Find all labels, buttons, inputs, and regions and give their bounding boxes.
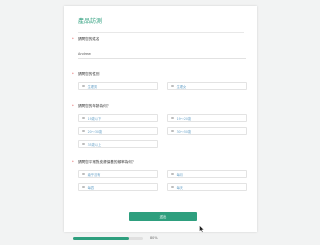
question-skincare-label: 請問您平常對皮膚保養的頻率為何？ (77, 160, 136, 164)
radio-icon (171, 172, 174, 176)
radio-icon (82, 116, 85, 120)
radio-icon (82, 185, 85, 189)
option-label: 35歲以上 (87, 142, 102, 147)
option-age-19-20[interactable]: 19～20歲 (167, 114, 247, 122)
option-freq-never[interactable]: 幾乎沒有 (78, 170, 158, 178)
radio-icon (171, 185, 174, 189)
radio-icon (171, 129, 174, 133)
radio-icon (171, 84, 174, 88)
progress-bar (73, 237, 143, 240)
option-label: 每天 (176, 185, 183, 190)
question-skincare: * 請問您平常對皮膚保養的頻率為何？ (72, 160, 135, 165)
question-age-label: 請問您的年齡為何？ (77, 104, 111, 108)
option-label: 每週 (87, 185, 94, 190)
option-label: 19～20歲 (176, 116, 192, 121)
question-name-label: 請問您的姓名 (77, 37, 100, 41)
option-label: 幾乎沒有 (87, 172, 101, 177)
option-age-30-50[interactable]: 30～50歲 (167, 127, 247, 135)
option-label: 20～30歲 (87, 129, 103, 134)
radio-icon (82, 142, 85, 146)
option-male[interactable]: 生理男 (78, 82, 158, 90)
option-label: 生理女 (176, 84, 187, 89)
option-age-under-19[interactable]: 19歲以下 (78, 114, 158, 122)
question-gender: * 請問您的性別 (72, 72, 100, 77)
title-divider (78, 32, 244, 33)
progress-label: 80% (150, 236, 158, 240)
radio-icon (82, 172, 85, 176)
required-marker: * (72, 72, 74, 76)
required-marker: * (72, 104, 74, 108)
required-marker: * (72, 160, 74, 164)
option-age-20-30[interactable]: 20～30歲 (78, 127, 158, 135)
option-label: 30～50歲 (176, 129, 192, 134)
option-label: 19歲以下 (87, 116, 102, 121)
option-freq-daily[interactable]: 每天 (167, 183, 247, 191)
option-label: 每月 (176, 172, 183, 177)
question-age: * 請問您的年齡為何？ (72, 104, 110, 109)
mouse-pointer-icon (199, 225, 205, 233)
radio-icon (82, 84, 85, 88)
question-name: * 請問您的姓名 (72, 37, 100, 42)
required-marker: * (72, 37, 74, 41)
option-label: 生理男 (87, 84, 98, 89)
radio-icon (171, 116, 174, 120)
survey-form-card: 產品訪測 * 請問您的姓名 Andrew * 請問您的性別 生理男 生理女 * … (64, 6, 257, 232)
option-age-over-35[interactable]: 35歲以上 (78, 140, 158, 148)
progress-bar-fill (73, 237, 129, 240)
question-gender-label: 請問您的性別 (77, 72, 100, 76)
submit-button[interactable]: 送出 (129, 212, 197, 221)
name-input[interactable]: Andrew (78, 50, 246, 59)
radio-icon (82, 129, 85, 133)
option-freq-monthly[interactable]: 每月 (167, 170, 247, 178)
option-female[interactable]: 生理女 (167, 82, 247, 90)
form-title: 產品訪測 (78, 18, 103, 25)
option-freq-weekly[interactable]: 每週 (78, 183, 158, 191)
